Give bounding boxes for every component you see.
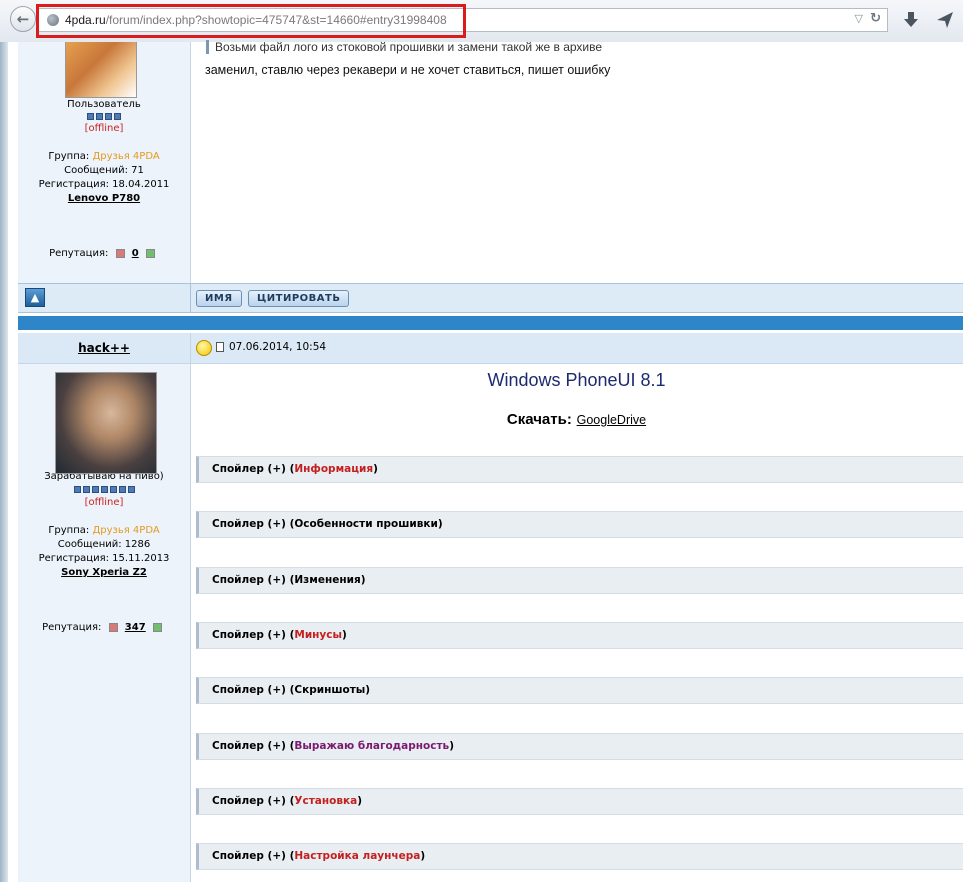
smiley-icon [196,340,212,356]
dropdown-icon[interactable]: ▽ [855,12,863,25]
reload-icon[interactable]: ↻ [870,11,881,26]
url-text[interactable]: 4pda.ru/forum/index.php?showtopic=475747… [65,13,447,27]
spoiler-prefix: Спойлер (+) ( [212,573,295,586]
spoiler-suffix: ) [365,684,371,697]
author-name-link[interactable]: hack++ [18,341,190,355]
reputation-row: Репутация: 0 [18,248,190,259]
status-badge: [offline] [84,123,124,134]
group-label: Группа: [48,525,90,536]
spoiler-toggle[interactable]: Спойлер (+) (Изменения) [196,566,963,594]
spoiler-prefix: Спойлер (+) ( [212,518,295,531]
device-link[interactable]: Sony Xperia Z2 [61,567,147,578]
group-value[interactable]: Друзья 4PDA [92,151,159,162]
spoiler-label: Скриншоты [294,684,366,697]
url-host: 4pda.ru [65,13,106,27]
rep-minus-icon[interactable] [115,248,125,258]
address-bar[interactable]: 4pda.ru/forum/index.php?showtopic=475747… [38,8,888,32]
send-icon[interactable] [936,11,954,29]
spoiler-suffix: ) [420,850,426,863]
url-path: /forum/index.php?showtopic=475747&st=146… [105,13,447,27]
status-badge: [offline] [84,497,124,508]
googledrive-link[interactable]: GoogleDrive [577,413,646,427]
spoiler-label: Информация [294,463,374,475]
spoiler-toggle[interactable]: Спойлер (+) (Настройка лаунчера) [196,843,963,871]
post1-user-column: Пользователь [offline] Группа: Друзья 4P… [18,42,191,283]
rep-plus-icon[interactable] [152,622,162,632]
spoiler-toggle[interactable]: Спойлер (+) (Скриншоты) [196,677,963,705]
reputation-label: Репутация: [42,622,102,633]
spoiler-prefix: Спойлер (+) ( [212,628,295,641]
registration-date: Регистрация: 18.04.2011 [38,179,170,190]
spoiler-suffix: ) [373,463,378,475]
page-edge [0,42,8,882]
spoiler-label: Выражаю благодарность [294,739,450,752]
post-divider [18,316,963,330]
post2-header: hack++ 07.06.2014, 10:54 [18,333,963,364]
spoiler-toggle[interactable]: Спойлер (+) (Информация) [196,456,963,483]
spoiler-label: Минусы [294,628,342,641]
spoiler-prefix: Спойлер (+) ( [212,850,295,863]
group-label: Группа: [48,151,90,162]
post1-user-title: Пользователь [67,99,141,110]
spoiler-suffix: ) [360,573,366,586]
spoiler-prefix: Спойлер (+) ( [212,794,295,807]
group-value[interactable]: Друзья 4PDA [92,525,159,536]
device-line: Lenovo P780 [18,192,190,206]
device-link[interactable]: Lenovo P780 [68,193,140,204]
avatar [55,372,157,474]
spoiler-toggle[interactable]: Спойлер (+) (Установка) [196,787,963,815]
quote-block: Возьми файл лого из стоковой прошивки и … [206,40,963,54]
scroll-top-button[interactable]: ▲ [25,288,45,307]
avatar [65,42,137,98]
spoiler-suffix: ) [342,628,347,641]
messages-count: Сообщений: 71 [64,165,144,176]
globe-icon [47,14,59,26]
spoiler-suffix: ) [437,518,443,531]
forum-page: Пользователь [offline] Группа: Друзья 4P… [8,40,963,882]
rep-minus-icon[interactable] [108,622,118,632]
download-line: Скачать: GoogleDrive [190,410,963,428]
name-button[interactable]: ИМЯ [196,290,242,307]
spoiler-prefix: Спойлер (+) ( [212,739,295,752]
registration-date: Регистрация: 15.11.2013 [38,553,170,564]
group-line: Группа: Друзья 4PDA [18,524,190,538]
group-line: Группа: Друзья 4PDA [18,150,190,164]
browser-toolbar: ← 4pda.ru/forum/index.php?showtopic=4757… [0,0,963,43]
reputation-row: Репутация: 347 [18,622,190,633]
quote-button[interactable]: ЦИТИРОВАТЬ [248,290,350,307]
spoiler-label: Особенности прошивки [294,518,438,531]
reputation-value[interactable]: 347 [125,622,146,633]
back-arrow-icon[interactable]: ← [10,6,36,32]
spoiler-suffix: ) [357,794,363,807]
spoiler-toggle[interactable]: Спойлер (+) (Минусы) [196,621,963,649]
spoiler-toggle[interactable]: Спойлер (+) (Особенности прошивки) [196,511,963,539]
post-text: заменил, ставлю через рекавери и не хоче… [205,63,611,77]
spoiler-toggle[interactable]: Спойлер (+) (Выражаю благодарность) [196,732,963,760]
spoiler-label: Изменения [294,573,361,586]
download-label: Скачать: [506,411,572,428]
post-title: Windows PhoneUI 8.1 [487,370,666,390]
post-date: 07.06.2014, 10:54 [229,341,327,353]
device-line: Sony Xperia Z2 [18,566,190,580]
column-divider [190,333,191,363]
messages-count: Сообщений: 1286 [57,539,151,550]
spoiler-prefix: Спойлер (+) ( [212,684,295,697]
post-action-bar: ▲ ИМЯ ЦИТИРОВАТЬ [18,283,963,313]
spoiler-prefix: Спойлер (+) ( [212,463,295,475]
spoiler-label: Установка [294,794,358,807]
spoiler-label: Настройка лаунчера [294,850,421,863]
document-icon[interactable] [216,342,224,352]
download-icon[interactable] [903,11,919,29]
spoiler-suffix: ) [449,739,454,752]
reputation-label: Репутация: [49,248,109,259]
column-divider [190,284,191,312]
reputation-value[interactable]: 0 [132,248,139,259]
rep-plus-icon[interactable] [145,248,155,258]
